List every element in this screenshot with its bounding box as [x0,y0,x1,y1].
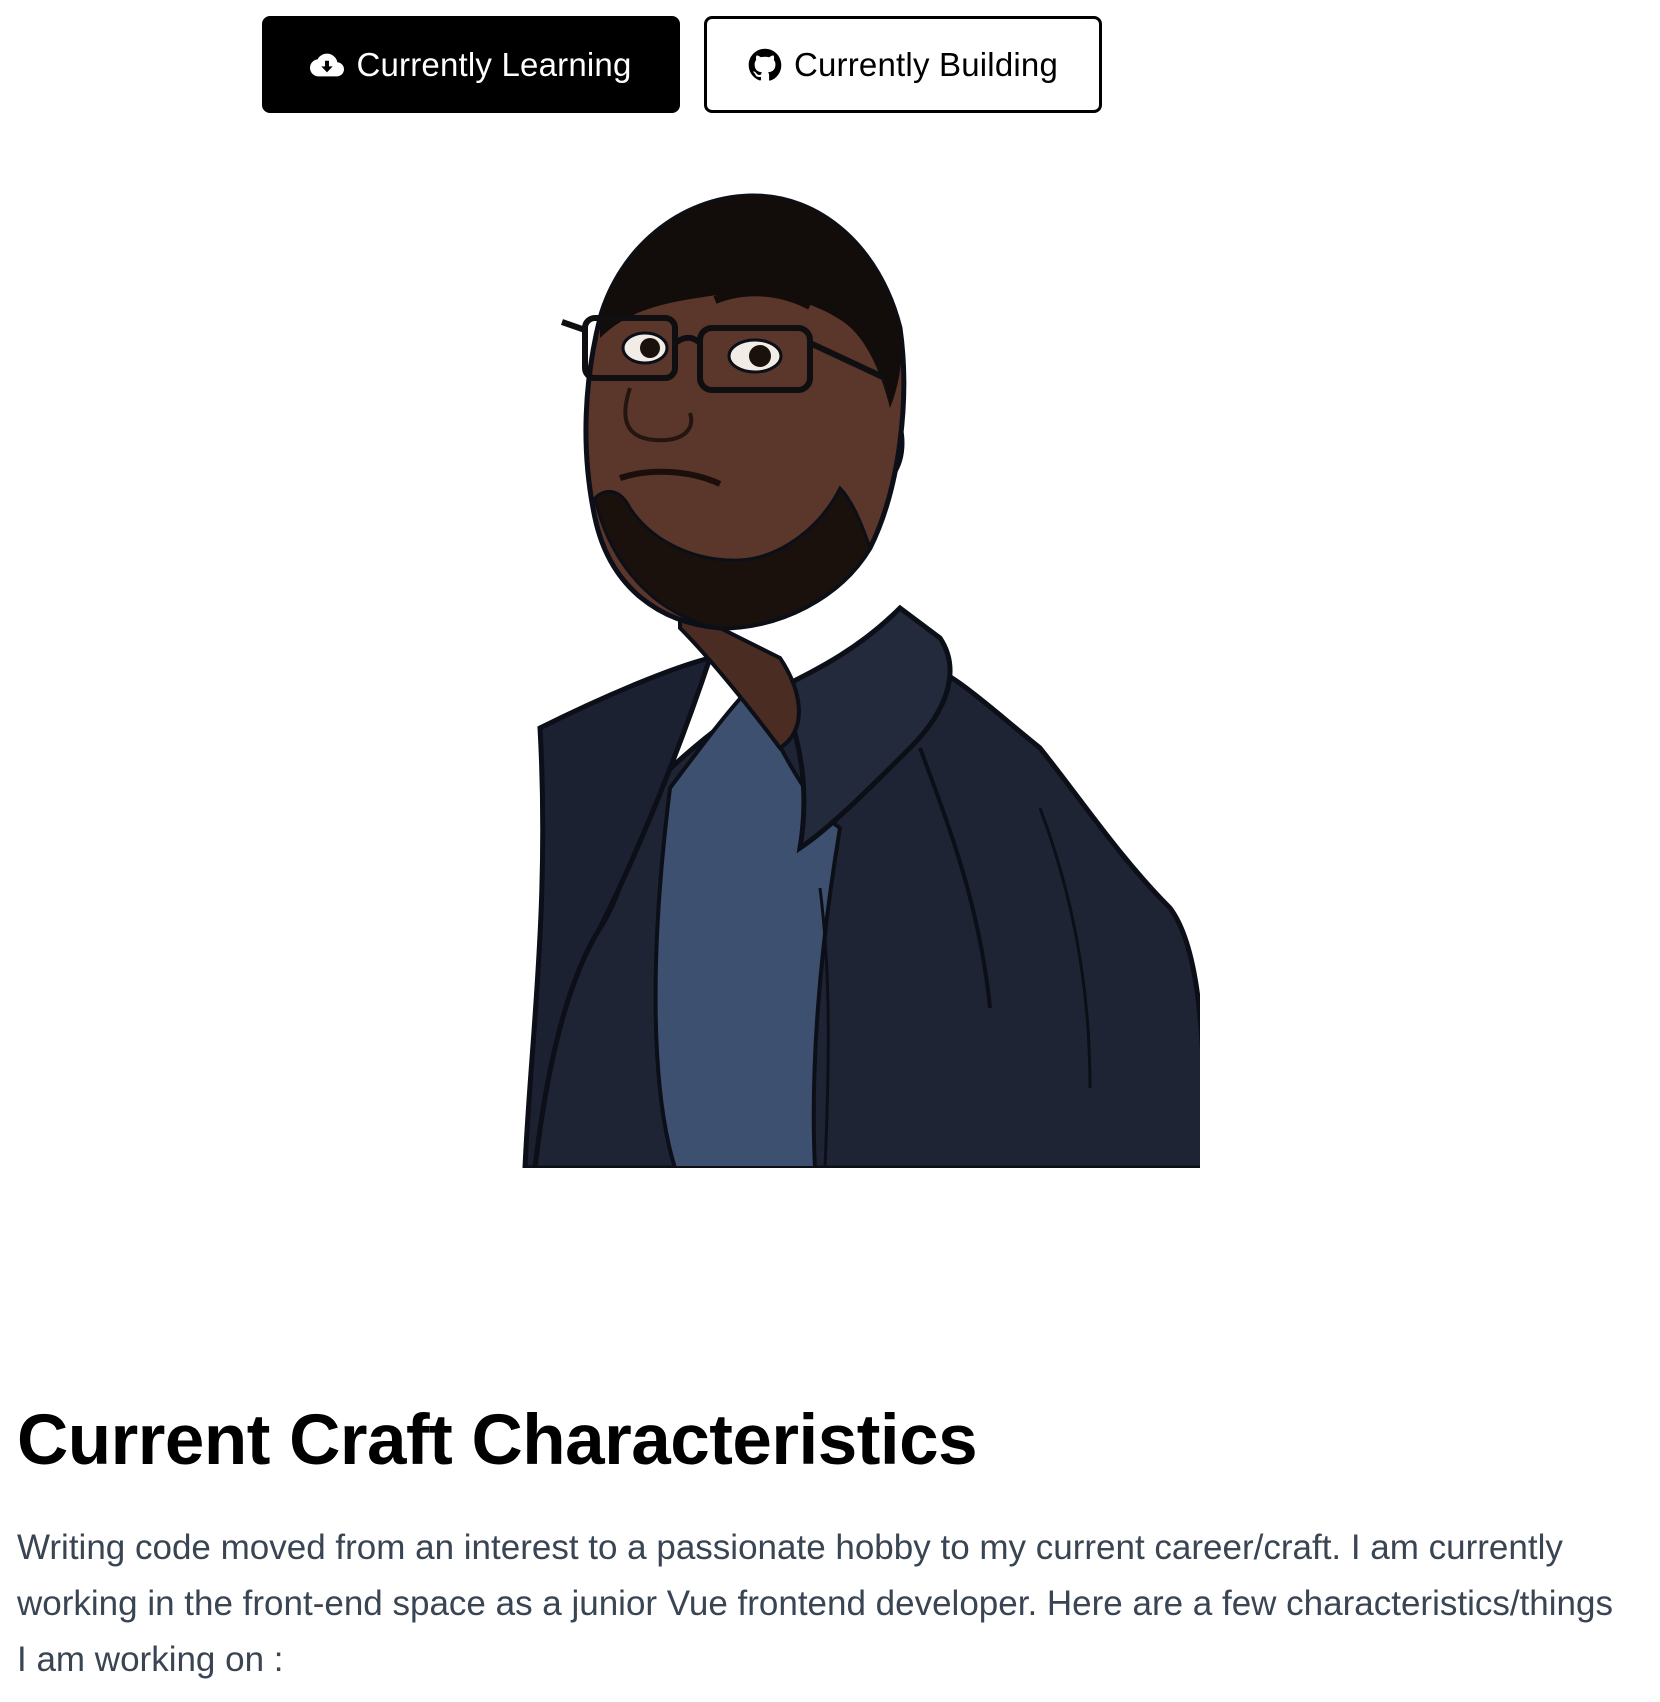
avatar-illustration [480,188,1200,1168]
section-description: Writing code moved from an interest to a… [17,1528,1613,1679]
currently-building-label: Currently Building [793,45,1059,83]
cloud-download-icon [310,48,345,82]
action-buttons: Currently Learning Currently Building [262,16,1102,113]
currently-learning-label: Currently Learning [356,45,632,83]
currently-learning-button[interactable]: Currently Learning [262,16,680,113]
github-icon [748,48,782,82]
currently-building-button[interactable]: Currently Building [704,16,1102,113]
page-title: Current Craft Characteristics [17,1401,978,1480]
